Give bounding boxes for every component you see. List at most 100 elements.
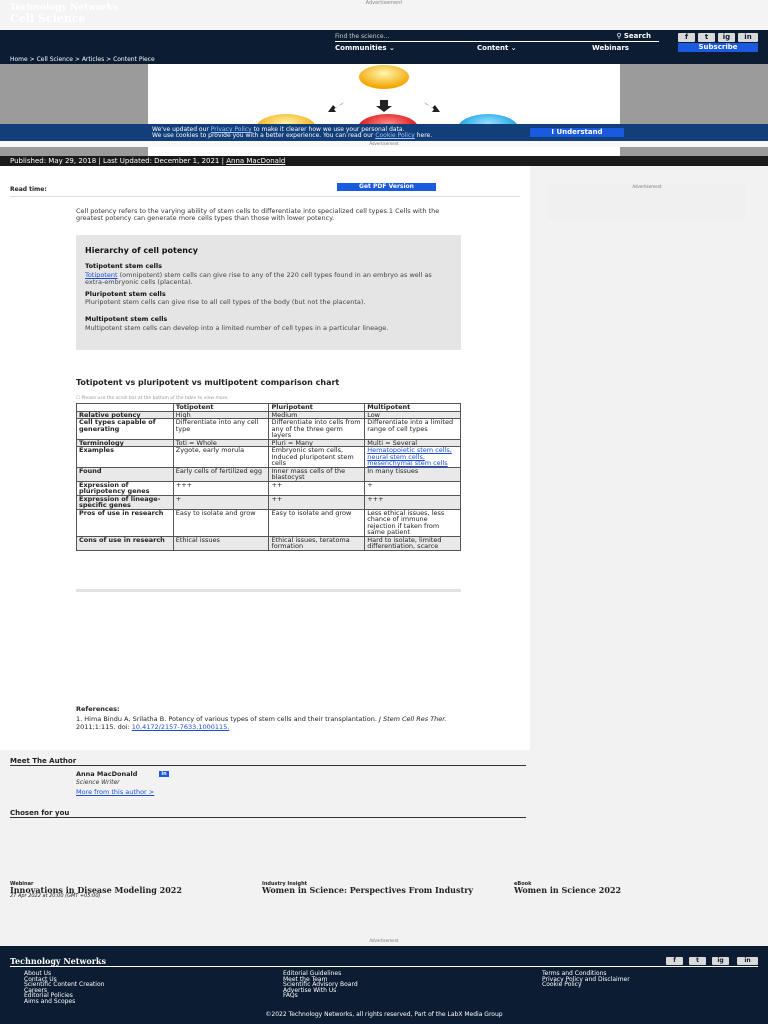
get-pdf-button[interactable]: Get PDF Version bbox=[337, 183, 436, 191]
facebook-icon[interactable]: f bbox=[666, 957, 683, 965]
table-row: Expression of lineage-specific genes + +… bbox=[76, 494, 461, 510]
totipotent-text: Totipotent (omnipotent) stem cells can g… bbox=[85, 272, 450, 285]
ad-label: Advertisement bbox=[632, 184, 662, 189]
table-header-cell: Pluripotent bbox=[268, 403, 366, 412]
ad-label: Advertisement bbox=[369, 141, 399, 146]
table-cell: ++ bbox=[268, 480, 366, 496]
footer-link[interactable]: Cookie Policy bbox=[542, 982, 630, 988]
footer-column-2: Editorial Guidelines Meet the Team Scien… bbox=[283, 971, 358, 999]
nav-communities[interactable]: Communities ⌄ bbox=[335, 44, 395, 52]
table-cell: + bbox=[172, 494, 270, 510]
more-from-author-link[interactable]: More from this author > bbox=[76, 788, 154, 796]
table-row: Examples Zygote, early morula Embryonic … bbox=[76, 446, 461, 468]
reference-doi-link[interactable]: 10.4172/2157-7633.1000115. bbox=[132, 723, 230, 731]
instagram-icon[interactable]: ig bbox=[712, 957, 729, 965]
cookie-text: We've updated our Privacy Policy to make… bbox=[152, 127, 432, 139]
instagram-icon[interactable]: ig bbox=[718, 33, 735, 42]
card-date: 27 Apr 2022 at 20:00 (GMT +05:00) bbox=[10, 893, 101, 899]
chosen-for-you-heading: Chosen for you bbox=[10, 809, 70, 817]
article-intro: Cell potency refers to the varying abili… bbox=[76, 207, 440, 222]
chevron-down-icon: ⌄ bbox=[389, 44, 395, 52]
search-button[interactable]: ⚲ Search bbox=[616, 32, 651, 41]
footer-advertisement: Advertisement bbox=[0, 938, 768, 946]
cookie-policy-link[interactable]: Cookie Policy bbox=[375, 132, 415, 139]
footer-column-1: About Us Contact Us Scientific Content C… bbox=[24, 971, 104, 1004]
table-cell: + bbox=[364, 480, 461, 496]
logo-community-text: Cell Science bbox=[10, 12, 86, 25]
cookie-accept-button[interactable]: I Understand bbox=[530, 128, 624, 137]
table-cell: +++ bbox=[364, 494, 461, 510]
pluripotent-heading: Pluripotent stem cells bbox=[85, 290, 166, 298]
linkedin-icon[interactable]: in bbox=[159, 771, 169, 777]
read-time: Read time: bbox=[10, 186, 47, 193]
table-cell: Ethical issues, teratoma formation bbox=[268, 535, 366, 551]
multipotent-text: Multipotent stem cells can develop into … bbox=[85, 324, 389, 332]
reference-tail: 2011;1:115. doi: bbox=[76, 722, 132, 731]
nav-webinars-label: Webinars bbox=[592, 44, 629, 52]
breadcrumb-cell-science[interactable]: Cell Science bbox=[37, 56, 73, 63]
breadcrumb-articles[interactable]: Articles bbox=[82, 56, 104, 63]
divider bbox=[10, 966, 758, 967]
row-header-cell: Expression of pluripotency genes bbox=[76, 480, 174, 496]
search-button-label: Search bbox=[623, 32, 651, 40]
table-cell: Easy to isolate and grow bbox=[268, 508, 366, 537]
published-bar: Published: May 29, 2018 | Last Updated: … bbox=[0, 156, 768, 166]
table-scrollbar[interactable] bbox=[76, 589, 461, 592]
nav-content-label: Content bbox=[477, 44, 509, 52]
breadcrumb-current: Content Piece bbox=[113, 56, 155, 63]
footer-link[interactable]: Aims and Scopes bbox=[24, 998, 104, 1005]
card-title-link[interactable]: Women in Science 2022 bbox=[514, 886, 744, 894]
ad-label: Advertisement bbox=[369, 938, 399, 943]
footer-link[interactable]: FAQs bbox=[283, 993, 358, 999]
table-row: Found Early cells of fertilized egg Inne… bbox=[76, 466, 461, 482]
divider bbox=[10, 196, 520, 197]
ad-label: Advertisement bbox=[365, 0, 403, 6]
table-header-cell: Totipotent bbox=[172, 403, 270, 412]
table-row: Pros of use in research Easy to isolate … bbox=[76, 508, 461, 537]
divider bbox=[10, 765, 526, 766]
subscribe-button[interactable]: Subscribe bbox=[678, 43, 758, 52]
site-logo[interactable]: Technology Networks Cell Science bbox=[10, 4, 118, 25]
copyright: ©2022 Technology Networks, all rights re… bbox=[265, 1011, 503, 1018]
references-heading: References: bbox=[76, 705, 120, 713]
sidebar-advertisement: Advertisement bbox=[548, 184, 746, 219]
table-cell: Early cells of fertilized egg bbox=[172, 466, 270, 482]
table-cell: Differentiate into cells from any of the… bbox=[268, 418, 366, 440]
search-input[interactable]: Find the science... ⚲ Search bbox=[335, 32, 659, 42]
meet-author-heading: Meet The Author bbox=[10, 757, 77, 765]
table-cell-links[interactable]: Hematopoietic stem cells, neural stem ce… bbox=[364, 446, 461, 468]
table-header-row: Totipotent Pluripotent Multipotent bbox=[76, 403, 461, 412]
linkedin-icon[interactable]: in bbox=[737, 957, 758, 965]
search-placeholder: Find the science... bbox=[335, 33, 390, 40]
search-icon: ⚲ bbox=[616, 32, 622, 40]
twitter-icon[interactable]: t bbox=[689, 957, 706, 965]
card-title-link[interactable]: Women in Science: Perspectives From Indu… bbox=[262, 886, 492, 894]
table-row: Cons of use in research Ethical issues E… bbox=[76, 535, 461, 551]
table-cell: Less ethical issues, less chance of immu… bbox=[364, 508, 461, 537]
cookie-banner: We've updated our Privacy Policy to make… bbox=[0, 124, 768, 142]
nav-content[interactable]: Content ⌄ bbox=[477, 44, 517, 52]
published-dates: Published: May 29, 2018 | Last Updated: … bbox=[10, 157, 224, 165]
reference-journal: J Stem Cell Res Ther. bbox=[378, 715, 447, 723]
nav-webinars[interactable]: Webinars bbox=[592, 44, 629, 52]
footer-logo[interactable]: Technology Networks bbox=[10, 956, 106, 966]
table-cell: ++ bbox=[268, 494, 366, 510]
breadcrumb-home[interactable]: Home bbox=[10, 56, 28, 63]
table-cell: Easy to isolate and grow bbox=[172, 508, 270, 537]
totipotent-heading: Totipotent stem cells bbox=[85, 262, 163, 270]
footer-column-3: Terms and Conditions Privacy Policy and … bbox=[542, 971, 630, 988]
linkedin-icon[interactable]: in bbox=[738, 33, 758, 42]
table-header-cell bbox=[76, 403, 174, 412]
table-cell: Embryonic stem cells, Induced pluripoten… bbox=[268, 446, 366, 468]
row-header-cell: Cons of use in research bbox=[76, 535, 174, 551]
reference-item: 1. Hima Bindu A, Srilatha B. Potency of … bbox=[76, 715, 456, 731]
scroll-note: ☐ Please use the scroll bar at the botto… bbox=[76, 396, 229, 401]
twitter-icon[interactable]: t bbox=[698, 33, 715, 42]
row-header-cell: Found bbox=[76, 466, 174, 482]
table-cell: In many tissues bbox=[364, 466, 461, 482]
table-cell: +++ bbox=[172, 480, 270, 496]
author-link[interactable]: Anna MacDonald bbox=[226, 157, 285, 165]
divider bbox=[10, 817, 526, 818]
table-row: Cell types capable of generating Differe… bbox=[76, 418, 461, 440]
facebook-icon[interactable]: f bbox=[678, 33, 695, 42]
